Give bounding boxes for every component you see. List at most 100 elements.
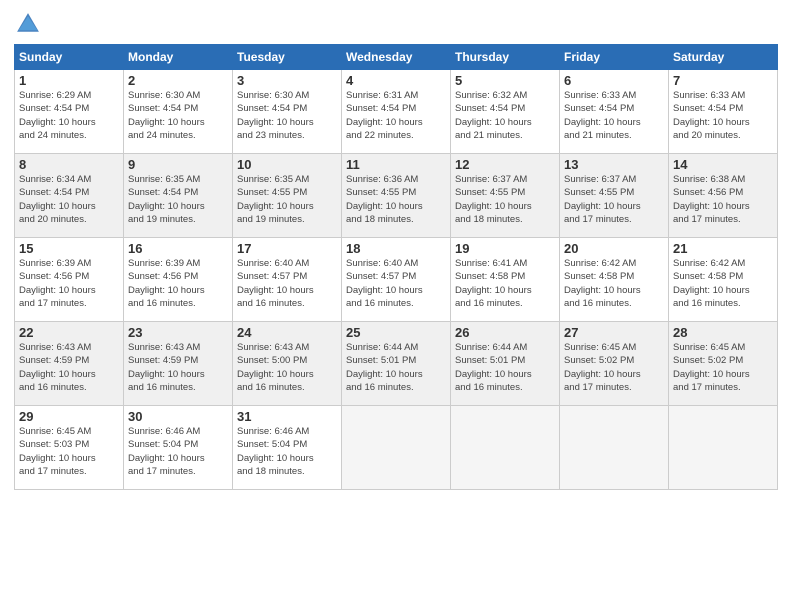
day-info: Sunrise: 6:41 AM Sunset: 4:58 PM Dayligh… (455, 258, 532, 309)
day-number: 26 (455, 325, 555, 340)
day-number: 6 (564, 73, 664, 88)
day-number: 30 (128, 409, 228, 424)
day-number: 3 (237, 73, 337, 88)
weekday-wednesday: Wednesday (342, 45, 451, 70)
day-cell: 15 Sunrise: 6:39 AM Sunset: 4:56 PM Dayli… (15, 238, 124, 322)
day-info: Sunrise: 6:42 AM Sunset: 4:58 PM Dayligh… (564, 258, 641, 309)
day-number: 24 (237, 325, 337, 340)
day-cell: 9Sunrise: 6:35 AM Sunset: 4:54 PM Daylig… (124, 154, 233, 238)
day-info: Sunrise: 6:37 AM Sunset: 4:55 PM Dayligh… (455, 174, 532, 225)
day-info: Sunrise: 6:33 AM Sunset: 4:54 PM Dayligh… (673, 90, 750, 141)
day-info: Sunrise: 6:42 AM Sunset: 4:58 PM Dayligh… (673, 258, 750, 309)
day-cell (342, 406, 451, 490)
logo-icon (14, 10, 42, 38)
day-number: 19 (455, 241, 555, 256)
calendar-table: SundayMondayTuesdayWednesdayThursdayFrid… (14, 44, 778, 490)
day-number: 29 (19, 409, 119, 424)
day-number: 20 (564, 241, 664, 256)
weekday-tuesday: Tuesday (233, 45, 342, 70)
day-cell: 23 Sunrise: 6:43 AM Sunset: 4:59 PM Dayli… (124, 322, 233, 406)
day-cell: 7 Sunrise: 6:33 AM Sunset: 4:54 PM Daylig… (669, 70, 778, 154)
day-cell: 10 Sunrise: 6:35 AM Sunset: 4:55 PM Dayli… (233, 154, 342, 238)
day-number: 7 (673, 73, 773, 88)
day-info: Sunrise: 6:30 AM Sunset: 4:54 PM Dayligh… (128, 90, 205, 141)
day-info: Sunrise: 6:39 AM Sunset: 4:56 PM Dayligh… (19, 258, 96, 309)
day-info: Sunrise: 6:37 AM Sunset: 4:55 PM Dayligh… (564, 174, 641, 225)
day-cell: 25 Sunrise: 6:44 AM Sunset: 5:01 PM Dayli… (342, 322, 451, 406)
day-cell: 29 Sunrise: 6:45 AM Sunset: 5:03 PM Dayli… (15, 406, 124, 490)
day-info: Sunrise: 6:33 AM Sunset: 4:54 PM Dayligh… (564, 90, 641, 141)
day-cell: 19 Sunrise: 6:41 AM Sunset: 4:58 PM Dayli… (451, 238, 560, 322)
day-number: 27 (564, 325, 664, 340)
day-cell: 14 Sunrise: 6:38 AM Sunset: 4:56 PM Dayli… (669, 154, 778, 238)
week-row-1: 1 Sunrise: 6:29 AM Sunset: 4:54 PM Daylig… (15, 70, 778, 154)
day-cell (451, 406, 560, 490)
day-number: 14 (673, 157, 773, 172)
day-number: 22 (19, 325, 119, 340)
day-cell: 6 Sunrise: 6:33 AM Sunset: 4:54 PM Daylig… (560, 70, 669, 154)
day-number: 18 (346, 241, 446, 256)
day-cell: 18Sunrise: 6:40 AM Sunset: 4:57 PM Dayli… (342, 238, 451, 322)
day-number: 4 (346, 73, 446, 88)
week-row-2: 8Sunrise: 6:34 AM Sunset: 4:54 PM Daylig… (15, 154, 778, 238)
day-cell: 11 Sunrise: 6:36 AM Sunset: 4:55 PM Dayli… (342, 154, 451, 238)
day-cell: 21 Sunrise: 6:42 AM Sunset: 4:58 PM Dayli… (669, 238, 778, 322)
day-number: 25 (346, 325, 446, 340)
day-number: 23 (128, 325, 228, 340)
day-info: Sunrise: 6:44 AM Sunset: 5:01 PM Dayligh… (346, 342, 423, 393)
day-info: Sunrise: 6:35 AM Sunset: 4:55 PM Dayligh… (237, 174, 314, 225)
day-number: 10 (237, 157, 337, 172)
day-info: Sunrise: 6:45 AM Sunset: 5:02 PM Dayligh… (564, 342, 641, 393)
day-info: Sunrise: 6:39 AM Sunset: 4:56 PM Dayligh… (128, 258, 205, 309)
day-info: Sunrise: 6:46 AM Sunset: 5:04 PM Dayligh… (128, 426, 205, 477)
week-row-4: 22 Sunrise: 6:43 AM Sunset: 4:59 PM Dayli… (15, 322, 778, 406)
weekday-friday: Friday (560, 45, 669, 70)
day-info: Sunrise: 6:31 AM Sunset: 4:54 PM Dayligh… (346, 90, 423, 141)
day-info: Sunrise: 6:40 AM Sunset: 4:57 PM Dayligh… (237, 258, 314, 309)
day-number: 28 (673, 325, 773, 340)
day-cell (669, 406, 778, 490)
week-row-3: 15 Sunrise: 6:39 AM Sunset: 4:56 PM Dayli… (15, 238, 778, 322)
day-number: 13 (564, 157, 664, 172)
logo (14, 10, 46, 38)
day-cell: 13 Sunrise: 6:37 AM Sunset: 4:55 PM Dayli… (560, 154, 669, 238)
day-cell: 26Sunrise: 6:44 AM Sunset: 5:01 PM Dayli… (451, 322, 560, 406)
day-cell: 16 Sunrise: 6:39 AM Sunset: 4:56 PM Dayli… (124, 238, 233, 322)
day-info: Sunrise: 6:46 AM Sunset: 5:04 PM Dayligh… (237, 426, 314, 477)
day-number: 31 (237, 409, 337, 424)
day-info: Sunrise: 6:32 AM Sunset: 4:54 PM Dayligh… (455, 90, 532, 141)
weekday-sunday: Sunday (15, 45, 124, 70)
weekday-saturday: Saturday (669, 45, 778, 70)
day-info: Sunrise: 6:35 AM Sunset: 4:54 PM Dayligh… (128, 174, 205, 225)
day-cell: 12 Sunrise: 6:37 AM Sunset: 4:55 PM Dayli… (451, 154, 560, 238)
day-number: 12 (455, 157, 555, 172)
day-cell: 8Sunrise: 6:34 AM Sunset: 4:54 PM Daylig… (15, 154, 124, 238)
day-info: Sunrise: 6:38 AM Sunset: 4:56 PM Dayligh… (673, 174, 750, 225)
day-info: Sunrise: 6:36 AM Sunset: 4:55 PM Dayligh… (346, 174, 423, 225)
day-number: 1 (19, 73, 119, 88)
header (14, 10, 778, 38)
day-cell: 22 Sunrise: 6:43 AM Sunset: 4:59 PM Dayli… (15, 322, 124, 406)
weekday-header-row: SundayMondayTuesdayWednesdayThursdayFrid… (15, 45, 778, 70)
day-info: Sunrise: 6:43 AM Sunset: 4:59 PM Dayligh… (128, 342, 205, 393)
day-number: 21 (673, 241, 773, 256)
day-number: 15 (19, 241, 119, 256)
day-info: Sunrise: 6:45 AM Sunset: 5:03 PM Dayligh… (19, 426, 96, 477)
day-info: Sunrise: 6:43 AM Sunset: 5:00 PM Dayligh… (237, 342, 314, 393)
day-number: 11 (346, 157, 446, 172)
day-cell: 3Sunrise: 6:30 AM Sunset: 4:54 PM Daylig… (233, 70, 342, 154)
day-number: 2 (128, 73, 228, 88)
day-cell: 20 Sunrise: 6:42 AM Sunset: 4:58 PM Dayli… (560, 238, 669, 322)
day-cell: 31 Sunrise: 6:46 AM Sunset: 5:04 PM Dayli… (233, 406, 342, 490)
day-cell: 2 Sunrise: 6:30 AM Sunset: 4:54 PM Daylig… (124, 70, 233, 154)
day-info: Sunrise: 6:43 AM Sunset: 4:59 PM Dayligh… (19, 342, 96, 393)
day-cell: 28Sunrise: 6:45 AM Sunset: 5:02 PM Dayli… (669, 322, 778, 406)
day-cell: 27 Sunrise: 6:45 AM Sunset: 5:02 PM Dayli… (560, 322, 669, 406)
day-cell: 30 Sunrise: 6:46 AM Sunset: 5:04 PM Dayli… (124, 406, 233, 490)
day-number: 8 (19, 157, 119, 172)
day-info: Sunrise: 6:29 AM Sunset: 4:54 PM Dayligh… (19, 90, 96, 141)
week-row-5: 29 Sunrise: 6:45 AM Sunset: 5:03 PM Dayli… (15, 406, 778, 490)
day-cell: 5Sunrise: 6:32 AM Sunset: 4:54 PM Daylig… (451, 70, 560, 154)
day-number: 16 (128, 241, 228, 256)
weekday-monday: Monday (124, 45, 233, 70)
